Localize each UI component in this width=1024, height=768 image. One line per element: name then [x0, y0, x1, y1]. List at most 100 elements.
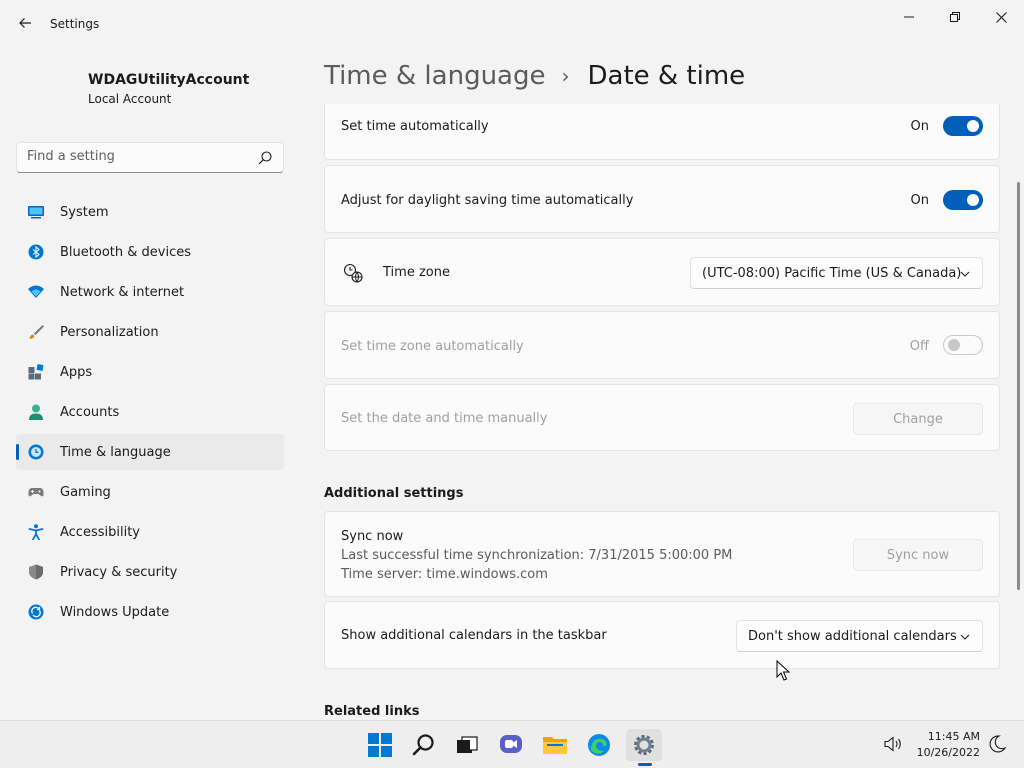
- globe-clock-icon: [343, 263, 363, 283]
- sync-label: Sync now: [341, 529, 404, 544]
- mouse-cursor-icon: [776, 660, 790, 681]
- sidebar-item-privacy[interactable]: Privacy & security: [16, 554, 284, 590]
- system-icon: [28, 206, 44, 219]
- maximize-icon: [950, 12, 960, 22]
- breadcrumb-parent[interactable]: Time & language: [324, 61, 545, 91]
- set-time-automatically-card: Set time automatically On: [324, 104, 1000, 160]
- breadcrumb-separator: ›: [561, 64, 570, 88]
- time-zone-auto-state: Off: [909, 339, 929, 354]
- sidebar-item-accessibility[interactable]: Accessibility: [16, 514, 284, 550]
- sidebar-item-apps[interactable]: Apps: [16, 354, 284, 390]
- apps-icon: [28, 364, 44, 380]
- time-zone-label: Time zone: [383, 265, 450, 280]
- volume-icon[interactable]: [883, 734, 903, 754]
- start-icon: [368, 733, 392, 757]
- chat-button[interactable]: [493, 729, 529, 761]
- change-button: Change: [853, 403, 983, 435]
- sidebar-item-gaming[interactable]: Gaming: [16, 474, 284, 510]
- edge-button[interactable]: [581, 729, 617, 761]
- settings-button[interactable]: [626, 729, 662, 761]
- sidebar-item-label: System: [60, 204, 109, 220]
- search-icon[interactable]: [257, 150, 273, 166]
- minimize-button[interactable]: [886, 6, 932, 28]
- sidebar-item-label: Windows Update: [60, 604, 170, 620]
- taskbar: [0, 720, 1024, 768]
- maximize-button[interactable]: [932, 6, 978, 28]
- task-view-icon: [457, 736, 478, 753]
- calendars-dropdown[interactable]: Don't show additional calendars: [736, 620, 983, 652]
- search-box: [16, 142, 284, 173]
- time-zone-dropdown[interactable]: (UTC-08:00) Pacific Time (US & Canada): [690, 257, 983, 289]
- daylight-saving-label: Adjust for daylight saving time automati…: [341, 193, 634, 208]
- time-zone-auto-toggle: [943, 335, 983, 355]
- time-zone-auto-card: Set time zone automatically Off: [324, 311, 1000, 379]
- page-title: Date & time: [587, 61, 746, 91]
- minimize-icon: [904, 16, 914, 18]
- sidebar-item-label: Accounts: [60, 404, 120, 420]
- app-title: Settings: [50, 17, 100, 31]
- taskbar-clock[interactable]: 11:45 AM 10/26/2022: [910, 729, 980, 761]
- wifi-icon: [28, 285, 44, 298]
- start-button[interactable]: [362, 729, 398, 761]
- file-explorer-button[interactable]: [537, 729, 573, 761]
- clock-date: 10/26/2022: [916, 746, 980, 759]
- clock-time: 11:45 AM: [927, 730, 980, 743]
- chevron-down-icon: [960, 271, 970, 277]
- additional-settings-heading: Additional settings: [324, 486, 464, 501]
- sync-card: Sync now Last successful time synchroniz…: [324, 511, 1000, 597]
- chat-icon: [500, 735, 522, 753]
- active-app-indicator: [638, 763, 652, 766]
- sync-now-button: Sync now: [853, 539, 983, 571]
- calendars-card: Show additional calendars in the taskbar…: [324, 601, 1000, 669]
- search-icon: [412, 734, 434, 756]
- back-arrow-icon: [19, 18, 31, 28]
- sidebar-item-label: Time & language: [60, 444, 171, 460]
- breadcrumb: Time & language › Date & time: [324, 58, 745, 94]
- sidebar-item-bluetooth[interactable]: Bluetooth & devices: [16, 234, 284, 270]
- set-time-automatically-toggle[interactable]: [943, 116, 983, 136]
- moon-icon[interactable]: [987, 734, 1007, 754]
- sidebar-item-label: Network & internet: [60, 284, 185, 300]
- manual-datetime-label: Set the date and time manually: [341, 411, 548, 426]
- person-icon: [29, 404, 43, 420]
- sidebar-item-label: Apps: [60, 364, 93, 380]
- task-view-button[interactable]: [449, 729, 485, 761]
- daylight-saving-card: Adjust for daylight saving time automati…: [324, 165, 1000, 233]
- taskbar-search-button[interactable]: [406, 729, 442, 761]
- file-explorer-icon: [543, 737, 567, 754]
- scrollbar[interactable]: [1017, 182, 1020, 590]
- sidebar-item-personalization[interactable]: Personalization: [16, 314, 284, 350]
- close-icon: [995, 11, 1007, 23]
- daylight-saving-toggle[interactable]: [943, 190, 983, 210]
- sidebar-item-label: Bluetooth & devices: [60, 244, 191, 260]
- last-sync-text: Last successful time synchronization: 7/…: [341, 548, 733, 563]
- set-time-automatically-label: Set time automatically: [341, 119, 489, 134]
- sidebar-item-network[interactable]: Network & internet: [16, 274, 284, 310]
- globe-clock-icon: [28, 444, 44, 460]
- sidebar-item-system[interactable]: System: [16, 194, 284, 230]
- daylight-saving-state: On: [910, 193, 929, 208]
- edge-icon: [588, 734, 610, 756]
- manual-datetime-card: Set the date and time manually Change: [324, 384, 1000, 451]
- sidebar-nav: System Bluetooth & devices Network & int…: [16, 194, 284, 634]
- sidebar-item-windows-update[interactable]: Windows Update: [16, 594, 284, 630]
- calendars-label: Show additional calendars in the taskbar: [341, 628, 607, 643]
- sidebar-item-accounts[interactable]: Accounts: [16, 394, 284, 430]
- sidebar-item-label: Gaming: [60, 484, 111, 500]
- profile: WDAGUtilityAccount Local Account: [88, 72, 249, 106]
- close-button[interactable]: [978, 6, 1024, 28]
- sidebar-item-label: Personalization: [60, 324, 159, 340]
- time-server-text: Time server: time.windows.com: [341, 567, 548, 582]
- sidebar-item-label: Privacy & security: [60, 564, 178, 580]
- accessibility-icon: [28, 524, 44, 540]
- search-input[interactable]: [27, 149, 247, 164]
- gamepad-icon: [28, 488, 44, 497]
- time-zone-auto-label: Set time zone automatically: [341, 339, 524, 354]
- back-button[interactable]: [12, 10, 38, 36]
- title-bar: Settings: [0, 0, 1024, 48]
- sidebar-item-time-language[interactable]: Time & language: [16, 434, 284, 470]
- chevron-down-icon: [960, 634, 970, 640]
- profile-account-type: Local Account: [88, 92, 172, 106]
- brush-icon: [29, 325, 44, 339]
- settings-icon: [634, 735, 654, 755]
